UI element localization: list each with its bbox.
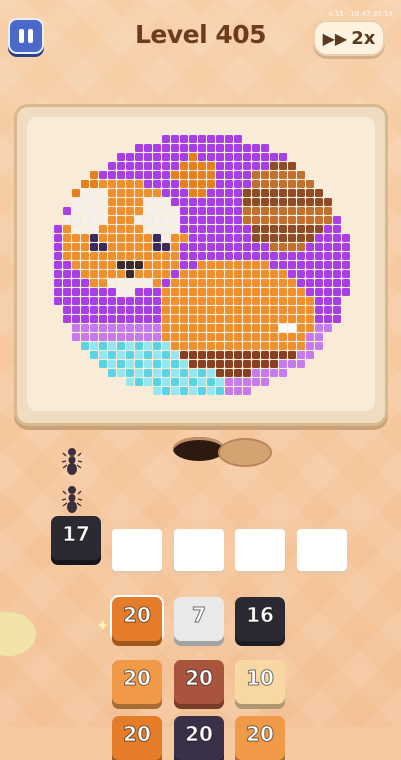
pixel-art-red-panda (54, 135, 350, 395)
sparkle-icon: ✦ (96, 616, 110, 635)
number-tile[interactable]: 20 (174, 660, 224, 704)
picture-board (14, 104, 388, 426)
number-tile[interactable]: 16 (235, 597, 285, 641)
number-tile[interactable]: 20 (112, 660, 162, 704)
tile-number: 20 (123, 722, 152, 747)
fast-forward-icon: ▶▶ (322, 28, 348, 48)
number-tile[interactable]: 20 (112, 597, 162, 641)
number-tile[interactable]: 20 (174, 716, 224, 760)
speed-label: 2x (351, 27, 376, 49)
tile-number: 7 (192, 603, 207, 628)
ant-icon (61, 484, 83, 514)
number-tile[interactable]: 20 (235, 716, 285, 760)
tile-number: 16 (246, 603, 275, 628)
empty-slot (297, 529, 347, 571)
empty-slot (235, 529, 285, 571)
ant-hole (173, 437, 225, 461)
tile-number: 20 (185, 666, 214, 691)
number-tile[interactable]: 7 (174, 597, 224, 641)
tile-number: 20 (123, 666, 152, 691)
active-number-tile[interactable]: 17 (51, 516, 101, 560)
tile-number: 20 (123, 603, 152, 628)
picture-canvas (27, 117, 375, 411)
empty-slot (174, 529, 224, 571)
tile-number: 17 (62, 522, 91, 547)
number-tile[interactable]: 10 (235, 660, 285, 704)
hole-lid (218, 438, 272, 467)
tile-number: 20 (246, 722, 275, 747)
ant-icon (61, 446, 83, 476)
tile-number: 20 (185, 722, 214, 747)
empty-slot (112, 529, 162, 571)
status-text: 4:15 · 10:47 35:14 (328, 10, 393, 18)
top-bar: 4:15 · 10:47 35:14 Level 405 ▶▶ 2x (0, 0, 401, 70)
number-tile[interactable]: 20 (112, 716, 162, 760)
tile-number: 10 (246, 666, 275, 691)
speed-button[interactable]: ▶▶ 2x (313, 20, 385, 56)
